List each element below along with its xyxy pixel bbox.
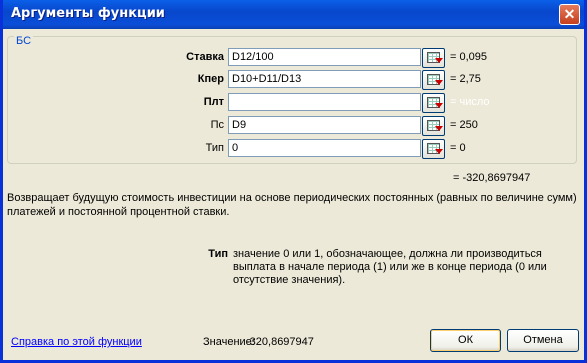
arg-label-pv: Пс (210, 119, 224, 131)
function-arguments-dialog: Аргументы функции ✕ БС Ставка D12/100 = … (0, 0, 587, 363)
cancel-button[interactable]: Отмена (507, 329, 579, 352)
arg-input-pv[interactable]: D9 (228, 116, 421, 134)
arg-result-pv: = 250 (450, 119, 478, 131)
arg-label-type: Тип (205, 142, 224, 154)
ok-button[interactable]: ОК (430, 329, 501, 352)
title-bar[interactable]: Аргументы функции ✕ (3, 0, 584, 29)
collapse-dialog-icon[interactable] (422, 70, 445, 90)
value-text: -320,8697947 (246, 336, 314, 348)
collapse-dialog-icon[interactable] (422, 139, 445, 159)
arg-input-pmt[interactable] (228, 93, 421, 111)
arg-result-type: = 0 (450, 142, 466, 154)
arguments-group: БС Ставка D12/100 = 0,095 Кпер D10+D11/D… (7, 35, 577, 164)
arg-result-pmt: = число (450, 96, 490, 108)
arg-input-rate[interactable]: D12/100 (228, 48, 421, 66)
arg-result-nper: = 2,75 (450, 73, 481, 85)
help-link[interactable]: Справка по этой функции (11, 336, 142, 348)
arg-result-rate: = 0,095 (450, 51, 488, 63)
arg-label-rate: Ставка (186, 51, 224, 63)
formula-result: = -320,8697947 (453, 172, 531, 184)
dialog-title: Аргументы функции (11, 6, 165, 21)
arg-input-nper[interactable]: D10+D11/D13 (228, 70, 421, 88)
param-name: Тип (208, 248, 228, 260)
close-button[interactable]: ✕ (559, 4, 580, 25)
arg-input-type[interactable]: 0 (228, 139, 421, 157)
param-description: значение 0 или 1, обозначающее, должна л… (233, 248, 547, 286)
arg-label-nper: Кпер (197, 73, 224, 85)
function-description: Возвращает будущую стоимость инвестиции … (7, 192, 577, 218)
collapse-dialog-icon[interactable] (422, 93, 445, 113)
collapse-dialog-icon[interactable] (422, 48, 445, 68)
function-name-legend: БС (14, 35, 34, 47)
collapse-dialog-icon[interactable] (422, 116, 445, 136)
arg-label-pmt: Плт (203, 96, 224, 108)
